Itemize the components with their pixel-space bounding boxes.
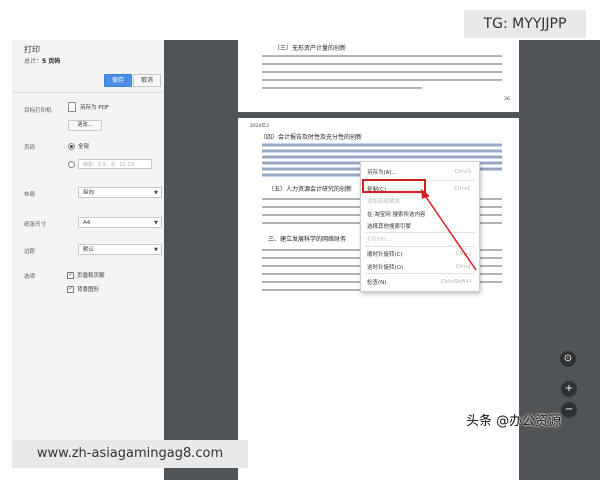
watermark-top: TG: MYYJJPP: [464, 10, 586, 38]
zoom-out-button[interactable]: −: [561, 402, 577, 418]
watermark-bottom: www.zh-asiagamingag8.com: [12, 440, 248, 468]
zoom-in-button[interactable]: +: [561, 381, 577, 397]
fit-page-button[interactable]: ⊙: [560, 351, 576, 367]
source-label: 头条 @办公资源: [466, 414, 562, 429]
annotation-arrow: [421, 189, 477, 271]
